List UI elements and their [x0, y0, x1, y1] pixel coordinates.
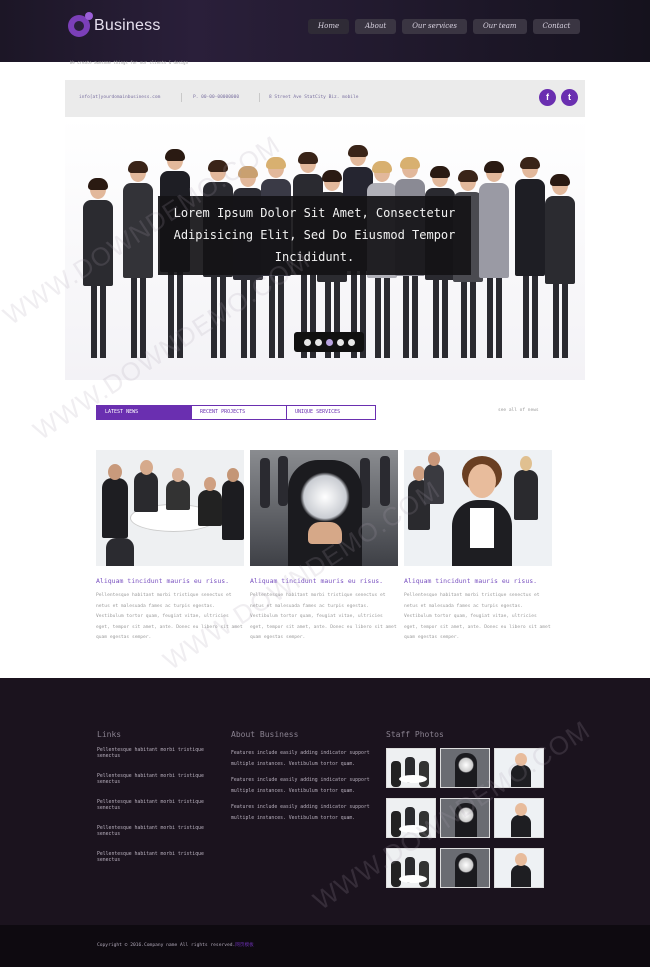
see-all-link[interactable]: see all of news	[498, 408, 539, 413]
meeting-photo[interactable]	[96, 450, 244, 566]
logo[interactable]: Business	[68, 12, 161, 37]
team-member	[479, 161, 509, 358]
slider-dot[interactable]	[347, 338, 355, 346]
about-text: Features include easily adding indicator…	[231, 751, 370, 767]
staff-photo-thumb[interactable]	[494, 848, 544, 888]
network-hand-photo[interactable]	[250, 450, 398, 566]
nav-our-team[interactable]: Our team	[472, 19, 527, 34]
news-card: Aliquam tincidunt mauris eu risus. Pelle…	[250, 450, 398, 644]
businesswoman-photo[interactable]	[404, 450, 552, 566]
about-text: Features include easily adding indicator…	[231, 778, 370, 794]
site-header: Business Home About Our services Our tea…	[0, 0, 650, 62]
about-text: Features include easily adding indicator…	[231, 805, 370, 821]
team-member	[83, 178, 113, 358]
team-member	[123, 161, 153, 358]
contact-bar: info[at]yourdomainbusiness.com P. 00-00-…	[65, 80, 585, 117]
contact-address: 8 Street Ave StatCity Biz. mobile	[269, 95, 359, 100]
copyright-text: Copyright © 2016.Company name All rights…	[97, 943, 236, 948]
staff-photo-thumb[interactable]	[440, 848, 490, 888]
contact-email[interactable]: info[at]yourdomainbusiness.com	[79, 95, 160, 100]
divider	[259, 93, 260, 102]
copyright-bar: Copyright © 2016.Company name All rights…	[0, 925, 650, 967]
footer-link[interactable]: Pellentesque habitant morbi tristique se…	[97, 800, 227, 812]
nav-contact[interactable]: Contact	[532, 19, 581, 34]
facebook-icon[interactable]: f	[539, 89, 556, 106]
slider-dot[interactable]	[303, 338, 311, 346]
content-tabs: LATEST NEWS RECENT PROJECTS UNIQUE SERVI…	[96, 405, 376, 420]
staff-photo-thumb[interactable]	[386, 798, 436, 838]
staff-photo-thumb[interactable]	[386, 848, 436, 888]
main-nav: Home About Our services Our team Contact	[308, 19, 581, 34]
logo-icon	[68, 12, 93, 37]
news-card: Aliquam tincidunt mauris eu risus. Pelle…	[96, 450, 244, 644]
slider-pagination	[294, 332, 364, 352]
footer-about-title: About Business	[231, 730, 299, 739]
staff-photo-thumb[interactable]	[494, 798, 544, 838]
tab-latest-news[interactable]: LATEST NEWS	[97, 406, 192, 419]
card-text: Pellentesque habitant morbi tristique se…	[250, 593, 397, 640]
nav-about[interactable]: About	[355, 19, 397, 34]
tagline: We create awesome things for our clients…	[70, 60, 189, 65]
footer-staff-photos: Staff Photos	[386, 730, 544, 888]
footer-about: About Business Features include easily a…	[231, 730, 391, 829]
staff-photo-thumb[interactable]	[386, 748, 436, 788]
slider-dot[interactable]	[314, 338, 322, 346]
nav-our-services[interactable]: Our services	[402, 19, 467, 34]
site-footer: Links Pellentesque habitant morbi tristi…	[0, 678, 650, 925]
team-member	[545, 174, 575, 358]
card-text: Pellentesque habitant morbi tristique se…	[96, 593, 243, 640]
tab-recent-projects[interactable]: RECENT PROJECTS	[192, 406, 287, 419]
staff-photos-title: Staff Photos	[386, 730, 444, 739]
tab-unique-services[interactable]: UNIQUE SERVICES	[287, 406, 375, 419]
divider	[181, 93, 182, 102]
staff-photo-thumb[interactable]	[494, 748, 544, 788]
card-title[interactable]: Aliquam tincidunt mauris eu risus.	[96, 577, 244, 585]
hero-slider[interactable]: Lorem Ipsum Dolor Sit Amet, Consectetur …	[65, 117, 585, 380]
card-title[interactable]: Aliquam tincidunt mauris eu risus.	[250, 577, 398, 585]
news-card: Aliquam tincidunt mauris eu risus. Pelle…	[404, 450, 552, 644]
footer-link[interactable]: Pellentesque habitant morbi tristique se…	[97, 852, 227, 864]
slider-dot[interactable]	[325, 338, 333, 346]
staff-photo-thumb[interactable]	[440, 798, 490, 838]
footer-links-title: Links	[97, 730, 122, 739]
twitter-icon[interactable]: t	[561, 89, 578, 106]
footer-links: Links Pellentesque habitant morbi tristi…	[97, 730, 227, 878]
card-title[interactable]: Aliquam tincidunt mauris eu risus.	[404, 577, 552, 585]
slider-caption: Lorem Ipsum Dolor Sit Amet, Consectetur …	[158, 196, 471, 275]
copyright-link[interactable]: 网页模板	[235, 943, 253, 948]
slider-dot[interactable]	[336, 338, 344, 346]
card-text: Pellentesque habitant morbi tristique se…	[404, 593, 551, 640]
footer-link[interactable]: Pellentesque habitant morbi tristique se…	[97, 774, 227, 786]
nav-home[interactable]: Home	[308, 19, 350, 34]
footer-link[interactable]: Pellentesque habitant morbi tristique se…	[97, 748, 227, 760]
footer-link[interactable]: Pellentesque habitant morbi tristique se…	[97, 826, 227, 838]
staff-photo-thumb[interactable]	[440, 748, 490, 788]
team-member	[515, 157, 545, 358]
logo-text: Business	[94, 17, 161, 34]
contact-phone: P. 00-00-00000000	[193, 95, 240, 100]
